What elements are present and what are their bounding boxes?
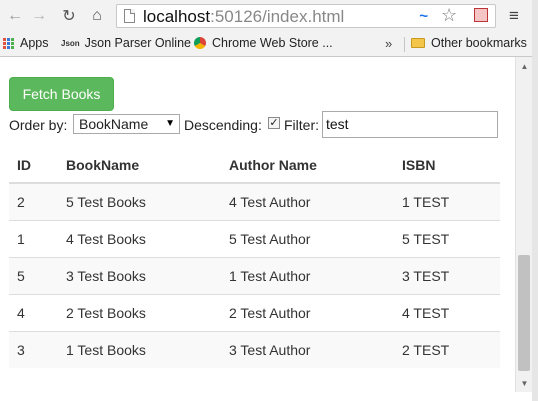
url-host: localhost [143,7,211,26]
cell-isbn: 4 TEST [394,294,500,332]
folder-icon [411,38,425,48]
cell-isbn: 3 TEST [394,257,500,295]
cell-author: 1 Test Author [221,257,394,295]
bookmark-chrome-store-label: Chrome Web Store ... [212,36,333,50]
bookmark-other[interactable]: Other bookmarks [411,36,527,50]
order-by-value: BookName [79,116,149,132]
bookmark-apps-label: Apps [20,36,49,50]
cell-bookname: 2 Test Books [58,294,221,332]
header-author: Author Name [221,147,394,184]
cell-bookname: 1 Test Books [58,331,221,368]
reload-icon[interactable]: ↻ [58,5,80,27]
scroll-up-icon[interactable]: ▲ [516,59,533,73]
bookmark-other-label: Other bookmarks [431,36,527,50]
table-row: 1 4 Test Books 5 Test Author 5 TEST [9,220,500,258]
cell-isbn: 1 TEST [394,182,500,221]
cell-author: 4 Test Author [221,182,394,221]
bookmarks-separator [404,37,405,52]
cell-id: 3 [9,331,58,368]
cell-isbn: 2 TEST [394,331,500,368]
header-bookname: BookName [58,147,221,184]
order-by-select[interactable]: BookName ▼ [73,114,180,134]
apps-grid-icon [3,37,14,49]
bookmark-star-icon[interactable]: ☆ [441,5,457,26]
cell-author: 3 Test Author [221,331,394,368]
forward-icon[interactable]: → [28,5,50,27]
scroll-thumb[interactable] [518,255,530,371]
filter-label: Filter: [284,117,319,133]
page-scrollbar[interactable]: ▲ ▼ [515,57,533,392]
cell-bookname: 3 Test Books [58,257,221,295]
bookmarks-bar: Apps Json Json Parser Online Chrome Web … [0,33,538,57]
page-icon [124,9,135,23]
bookmark-json-parser[interactable]: Json Json Parser Online [61,36,191,50]
bookmark-json-parser-label: Json Parser Online [84,36,191,50]
cell-id: 5 [9,257,58,295]
chrome-icon [194,37,206,49]
header-isbn: ISBN [394,147,500,184]
table-row: 3 1 Test Books 3 Test Author 2 TEST [9,331,500,368]
fetch-books-button[interactable]: Fetch Books [9,77,114,111]
cell-id: 1 [9,220,58,258]
cell-isbn: 5 TEST [394,220,500,258]
table-row: 5 3 Test Books 1 Test Author 3 TEST [9,257,500,295]
browser-toolbar: ← → ↻ ⌂ localhost:50126/index.html ~ ☆ ≡ [0,0,538,34]
dropdown-arrow-icon: ▼ [165,118,175,129]
scroll-down-icon[interactable]: ▼ [516,376,533,390]
table-row: 4 2 Test Books 2 Test Author 4 TEST [9,294,500,332]
cell-bookname: 4 Test Books [58,220,221,258]
cell-id: 4 [9,294,58,332]
window-edge [532,0,538,401]
cell-bookname: 5 Test Books [58,182,221,221]
json-icon: Json [61,38,80,48]
bookmark-apps[interactable]: Apps [3,36,49,50]
table-row: 2 5 Test Books 4 Test Author 1 TEST [9,182,500,221]
address-bar[interactable]: localhost:50126/index.html ~ ☆ [116,4,496,28]
descending-checkbox[interactable]: ✓ [268,117,280,129]
address-url[interactable]: localhost:50126/index.html [143,7,344,27]
header-id: ID [9,147,58,184]
cell-id: 2 [9,182,58,221]
books-table: ID BookName Author Name ISBN 2 5 Test Bo… [9,147,500,368]
home-icon[interactable]: ⌂ [86,5,108,27]
url-path: :50126/index.html [210,7,345,26]
descending-label: Descending: [184,117,262,133]
table-header-row: ID BookName Author Name ISBN [9,147,500,184]
filter-input[interactable]: test [322,111,498,138]
page-content: Fetch Books Order by: BookName ▼ Descend… [0,57,515,401]
cell-author: 5 Test Author [221,220,394,258]
back-icon[interactable]: ← [4,5,26,27]
extension-icon[interactable]: ~ [419,8,428,25]
extension-button-icon[interactable] [474,8,488,22]
bookmark-chrome-store[interactable]: Chrome Web Store ... [194,36,333,50]
bookmarks-overflow-icon[interactable]: » [385,36,392,51]
menu-icon[interactable]: ≡ [509,6,519,26]
cell-author: 2 Test Author [221,294,394,332]
order-by-label: Order by: [9,117,68,133]
